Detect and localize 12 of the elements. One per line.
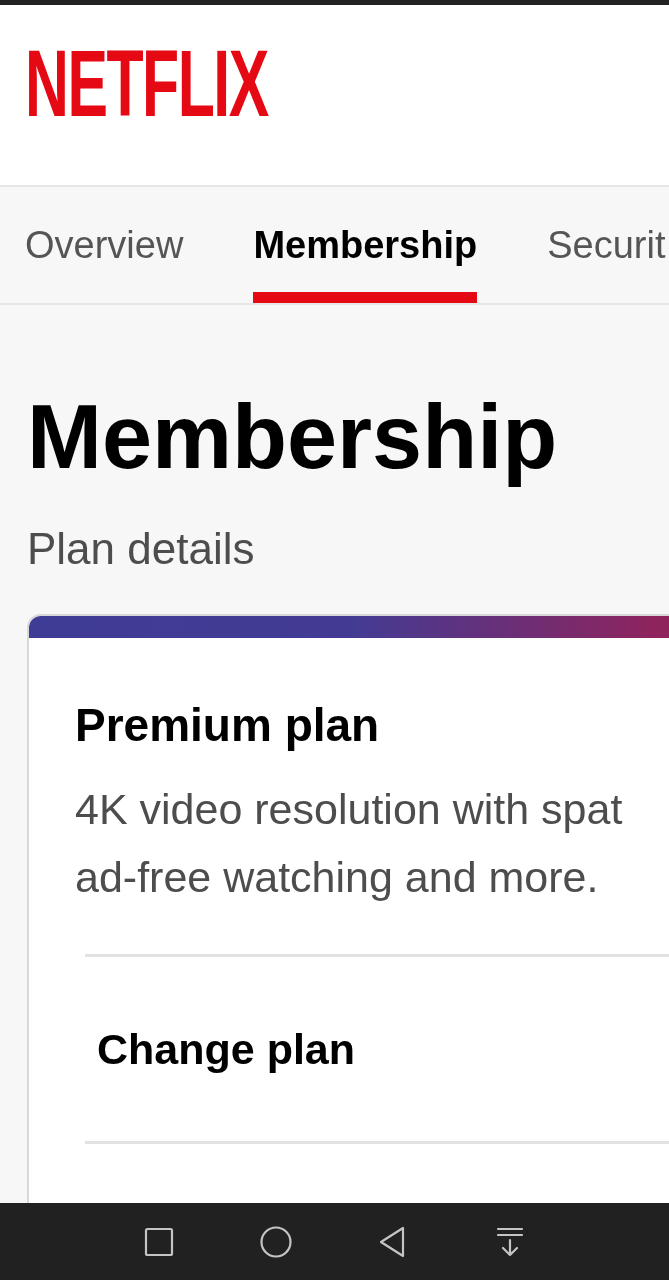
tab[interactable]: Overview <box>25 226 184 303</box>
circle-icon[interactable] <box>260 1225 292 1258</box>
plan-name: Premium plan <box>75 699 380 752</box>
page-subtitle: Plan details <box>27 524 255 574</box>
change-plan-link[interactable]: Change plan <box>85 957 669 1141</box>
square-icon[interactable] <box>143 1225 175 1258</box>
page-title: Membership <box>27 386 558 489</box>
plan-description: 4K video resolution with spat ad-free watching and more. <box>75 784 623 903</box>
tab[interactable]: Membership <box>253 226 478 303</box>
netflix-logo[interactable]: NETFLIX <box>25 48 268 118</box>
down-arrow-lines-icon[interactable] <box>494 1225 526 1258</box>
tab[interactable]: Securit <box>547 226 666 303</box>
